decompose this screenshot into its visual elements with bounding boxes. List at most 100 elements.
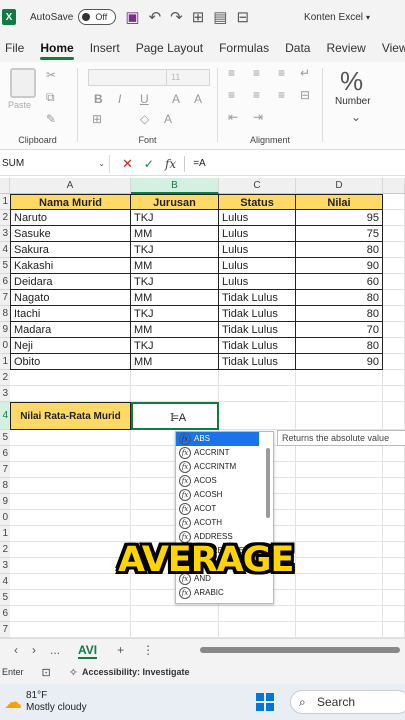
weather-icon[interactable]: ☁ [4, 692, 22, 713]
empty-cell[interactable] [10, 386, 131, 402]
empty-cell[interactable] [10, 590, 131, 606]
fill-color-icon[interactable]: ◇ [140, 112, 149, 126]
table-cell[interactable]: 90 [296, 258, 383, 274]
autocomplete-item[interactable]: fx ACCRINT [176, 446, 273, 460]
name-box[interactable]: SUM ⌄ [0, 154, 110, 173]
empty-cell[interactable] [296, 402, 383, 430]
table-cell[interactable]: 70 [296, 322, 383, 338]
table-cell[interactable]: Lulus [219, 226, 296, 242]
table-header-cell[interactable]: Nama Murid [10, 194, 131, 210]
table-cell[interactable]: TKJ [131, 338, 219, 354]
row-header[interactable]: 4 [0, 242, 10, 258]
table-cell[interactable]: MM [131, 322, 219, 338]
table-cell[interactable]: Itachi [10, 306, 131, 322]
decrease-font-icon[interactable]: A [194, 92, 202, 106]
autosave-toggle[interactable]: Off [78, 9, 117, 25]
table-header-cell[interactable]: Jurusan [131, 194, 219, 210]
empty-cell[interactable] [383, 494, 405, 510]
column-header-d[interactable]: D [296, 178, 383, 194]
table-cell[interactable]: TKJ [131, 210, 219, 226]
table-cell[interactable]: MM [131, 290, 219, 306]
table-cell[interactable]: Tidak Lulus [219, 306, 296, 322]
font-color-icon[interactable]: A [164, 112, 172, 126]
empty-cell[interactable] [296, 446, 383, 462]
table-cell[interactable]: Kakashi [10, 258, 131, 274]
row-header[interactable]: 8 [0, 478, 10, 494]
horizontal-scrollbar[interactable] [200, 647, 400, 653]
empty-cell[interactable] [383, 242, 405, 258]
add-sheet-button[interactable]: + [117, 643, 124, 657]
empty-cell[interactable] [296, 590, 383, 606]
empty-cell[interactable] [219, 402, 296, 430]
empty-cell[interactable] [383, 542, 405, 558]
empty-cell[interactable] [383, 478, 405, 494]
align-right-icon[interactable]: ≡ [278, 88, 285, 102]
row-header[interactable]: 4 [0, 574, 10, 590]
font-size-select[interactable]: 11 [166, 69, 210, 86]
row-header[interactable]: 9 [0, 494, 10, 510]
row-header[interactable]: 1 [0, 354, 10, 370]
table-cell[interactable]: MM [131, 354, 219, 370]
table-cell[interactable]: Tidak Lulus [219, 354, 296, 370]
sheet-options-icon[interactable]: ⋮ [142, 643, 154, 657]
empty-cell[interactable] [131, 606, 219, 622]
empty-cell[interactable] [296, 478, 383, 494]
border-icon[interactable]: ⊞ [92, 112, 102, 126]
row-header[interactable]: 3 [0, 558, 10, 574]
table-cell[interactable]: Sakura [10, 242, 131, 258]
row-header[interactable]: 3 [0, 226, 10, 242]
empty-cell[interactable] [131, 622, 219, 638]
decrease-indent-icon[interactable]: ⇤ [228, 110, 238, 124]
row-header[interactable]: 0 [0, 338, 10, 354]
empty-cell[interactable] [383, 606, 405, 622]
empty-cell[interactable] [296, 558, 383, 574]
table-cell[interactable]: Obito [10, 354, 131, 370]
empty-cell[interactable] [131, 386, 219, 402]
empty-cell[interactable] [10, 526, 131, 542]
table-cell[interactable]: Tidak Lulus [219, 338, 296, 354]
table-cell[interactable]: Naruto [10, 210, 131, 226]
more-sheets-button[interactable]: ... [50, 643, 60, 657]
cancel-icon[interactable]: ✕ [122, 156, 133, 172]
row-header[interactable]: 2 [0, 370, 10, 386]
empty-cell[interactable] [296, 494, 383, 510]
save-icon[interactable]: ▣ [125, 8, 139, 26]
empty-cell[interactable] [219, 622, 296, 638]
autocomplete-item[interactable]: fx ACCRINTM [176, 460, 273, 474]
table-header-cell[interactable]: Status [219, 194, 296, 210]
row-header[interactable]: 3 [0, 386, 10, 402]
accessibility-icon[interactable]: ✧ [69, 666, 78, 679]
row-header[interactable]: 5 [0, 258, 10, 274]
empty-cell[interactable] [10, 510, 131, 526]
empty-cell[interactable] [383, 338, 405, 354]
row-header[interactable]: 7 [0, 622, 10, 638]
windows-start-icon[interactable] [256, 693, 274, 711]
tab-page-layout[interactable]: Page Layout [136, 34, 203, 62]
chevron-down-icon[interactable]: ⌄ [351, 110, 361, 124]
taskbar-search[interactable]: ⌕ Search [290, 690, 405, 714]
row-header[interactable]: 9 [0, 322, 10, 338]
autocomplete-item[interactable]: fx ABS [176, 432, 259, 446]
empty-cell[interactable] [383, 290, 405, 306]
font-name-select[interactable] [88, 69, 168, 86]
empty-cell[interactable] [383, 306, 405, 322]
sheet-tab-active[interactable]: AVI [78, 639, 98, 661]
empty-cell[interactable] [383, 574, 405, 590]
merge-center-icon[interactable]: ⊟ [300, 88, 310, 102]
empty-cell[interactable] [296, 526, 383, 542]
row-header[interactable]: 6 [0, 446, 10, 462]
empty-cell[interactable] [10, 542, 131, 558]
empty-cell[interactable] [383, 510, 405, 526]
table-cell[interactable]: MM [131, 226, 219, 242]
empty-cell[interactable] [383, 590, 405, 606]
tab-formulas[interactable]: Formulas [219, 34, 269, 62]
empty-cell[interactable] [383, 402, 405, 430]
tab-home[interactable]: Home [40, 34, 75, 62]
underline-icon[interactable]: U [140, 92, 149, 106]
align-bottom-icon[interactable]: ≡ [278, 66, 285, 80]
empty-cell[interactable] [296, 606, 383, 622]
italic-icon[interactable]: I [118, 92, 121, 106]
empty-cell[interactable] [10, 558, 131, 574]
table-cell[interactable]: Lulus [219, 274, 296, 290]
empty-cell[interactable] [383, 386, 405, 402]
